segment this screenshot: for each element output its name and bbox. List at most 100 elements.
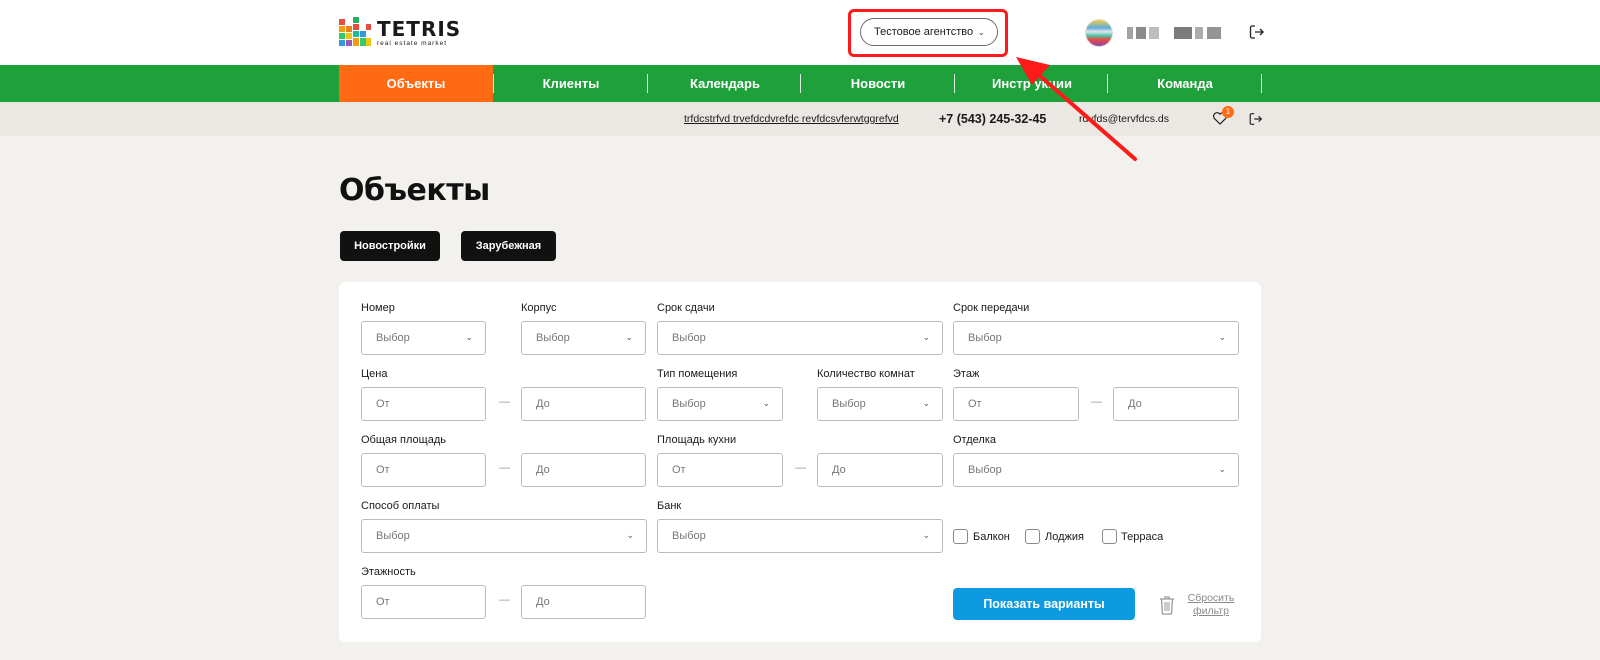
avatar[interactable] — [1085, 19, 1113, 47]
label-handover: Срок передачи — [953, 302, 1030, 314]
nav-item-clients[interactable]: Клиенты — [494, 65, 648, 102]
handover-select[interactable]: Выбор ⌄ — [953, 321, 1239, 355]
deadline-select[interactable]: Выбор ⌄ — [657, 321, 943, 355]
range-dash: — — [1091, 396, 1102, 408]
placeholder: До — [1128, 398, 1142, 410]
agency-select[interactable]: Тестовое агентство ⌄ — [860, 18, 998, 46]
rooms-select[interactable]: Выбор ⌄ — [817, 387, 943, 421]
reset-filter-link[interactable]: Сбросить фильтр — [1183, 592, 1239, 618]
placeholder: До — [536, 398, 550, 410]
agency-address-link[interactable]: trfdcstrfvd trvefdcdvrefdc revfdcsvferwt… — [684, 113, 899, 125]
logout-icon[interactable] — [1248, 111, 1264, 127]
placeholder: До — [536, 596, 550, 608]
placeholder: Выбор — [672, 530, 706, 542]
nav-item-objects[interactable]: Объекты — [339, 65, 493, 102]
label-kitchen-area: Площадь кухни — [657, 434, 737, 446]
chevron-down-icon: ⌄ — [626, 530, 634, 540]
trash-icon[interactable] — [1157, 594, 1177, 616]
balcony-checkbox[interactable] — [953, 529, 968, 544]
storeys-to-input[interactable]: До — [521, 585, 646, 619]
nav-item-news[interactable]: Новости — [801, 65, 955, 102]
top-header: TETRIS real estate market Тестовое агент… — [0, 0, 1600, 65]
number-select[interactable]: Выбор ⌄ — [361, 321, 486, 355]
placeholder: От — [968, 398, 982, 410]
label-bank: Банк — [657, 500, 682, 512]
bank-select[interactable]: Выбор ⌄ — [657, 519, 943, 553]
label-price: Цена — [361, 368, 388, 380]
placeholder: До — [832, 464, 846, 476]
total-area-from-input[interactable]: От — [361, 453, 486, 487]
tab-new-buildings[interactable]: Новостройки — [340, 231, 440, 261]
logo-text: TETRIS — [377, 17, 462, 41]
chevron-down-icon: ⌄ — [977, 27, 985, 37]
placeholder: Выбор — [672, 398, 706, 410]
chevron-down-icon: ⌄ — [625, 332, 633, 342]
placeholder: От — [376, 398, 390, 410]
logout-icon[interactable] — [1248, 23, 1266, 41]
floor-from-input[interactable]: От — [953, 387, 1079, 421]
label-storeys: Этажность — [361, 566, 416, 578]
label-building: Корпус — [521, 302, 557, 314]
logo-subtitle: real estate market — [377, 40, 448, 47]
label-finish: Отделка — [953, 434, 996, 446]
label-total-area: Общая площадь — [361, 434, 446, 446]
username-redacted — [1127, 27, 1227, 39]
range-dash: — — [499, 396, 510, 408]
loggia-checkbox[interactable] — [1025, 529, 1040, 544]
placeholder: От — [376, 596, 390, 608]
agency-select-value: Тестовое агентство — [874, 26, 974, 38]
payment-select[interactable]: Выбор ⌄ — [361, 519, 647, 553]
building-select[interactable]: Выбор ⌄ — [521, 321, 646, 355]
placeholder: От — [672, 464, 686, 476]
label-room-type: Тип помещения — [657, 368, 738, 380]
annotation-arrow — [1016, 57, 1137, 161]
reset-line-2: фильтр — [1193, 605, 1229, 617]
price-from-input[interactable]: От — [361, 387, 486, 421]
reset-line-1: Сбросить — [1187, 592, 1235, 604]
chevron-down-icon: ⌄ — [762, 398, 770, 408]
label-deadline: Срок сдачи — [657, 302, 715, 314]
tab-foreign[interactable]: Зарубежная — [461, 231, 556, 261]
floor-to-input[interactable]: До — [1113, 387, 1239, 421]
label-payment: Способ оплаты — [361, 500, 440, 512]
terrace-checkbox[interactable] — [1102, 529, 1117, 544]
price-to-input[interactable]: До — [521, 387, 646, 421]
main-nav: Объекты Клиенты Календарь Новости Инстр … — [0, 65, 1600, 102]
balcony-label: Балкон — [973, 531, 1010, 543]
chevron-down-icon: ⌄ — [922, 530, 930, 540]
page-title: Объекты — [339, 173, 490, 208]
label-floor: Этаж — [953, 368, 980, 380]
placeholder: До — [536, 464, 550, 476]
label-number: Номер — [361, 302, 395, 314]
placeholder: Выбор — [376, 530, 410, 542]
placeholder: Выбор — [376, 332, 410, 344]
logo-blocks-icon — [339, 17, 371, 46]
placeholder: От — [376, 464, 390, 476]
placeholder: Выбор — [968, 464, 1002, 476]
placeholder: Выбор — [968, 332, 1002, 344]
chevron-down-icon: ⌄ — [1218, 464, 1226, 474]
kitchen-area-from-input[interactable]: От — [657, 453, 783, 487]
total-area-to-input[interactable]: До — [521, 453, 646, 487]
range-dash: — — [499, 462, 510, 474]
contact-bar: trfdcstrfvd trvefdcdvrefdc revfdcsvferwt… — [0, 102, 1600, 136]
range-dash: — — [795, 462, 806, 474]
label-rooms: Количество комнат — [817, 368, 915, 380]
loggia-label: Лоджия — [1045, 531, 1084, 543]
storeys-from-input[interactable]: От — [361, 585, 486, 619]
nav-divider — [1261, 74, 1262, 93]
placeholder: Выбор — [832, 398, 866, 410]
finish-select[interactable]: Выбор ⌄ — [953, 453, 1239, 487]
chevron-down-icon: ⌄ — [922, 332, 930, 342]
favorites-count-badge: 1 — [1222, 106, 1234, 118]
chevron-down-icon: ⌄ — [465, 332, 473, 342]
chevron-down-icon: ⌄ — [922, 398, 930, 408]
nav-item-calendar[interactable]: Календарь — [648, 65, 802, 102]
kitchen-area-to-input[interactable]: До — [817, 453, 943, 487]
room-type-select[interactable]: Выбор ⌄ — [657, 387, 783, 421]
show-results-button[interactable]: Показать варианты — [953, 588, 1135, 620]
chevron-down-icon: ⌄ — [1218, 332, 1226, 342]
placeholder: Выбор — [672, 332, 706, 344]
range-dash: — — [499, 594, 510, 606]
tetris-logo[interactable]: TETRIS real estate market — [339, 17, 460, 47]
